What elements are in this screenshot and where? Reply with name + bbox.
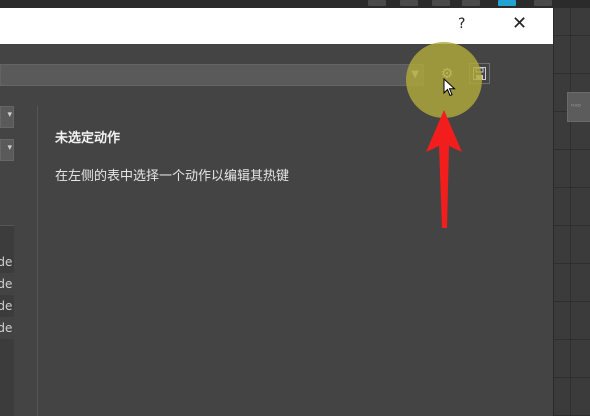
background-toolbar-button[interactable] (432, 0, 450, 6)
panel-divider[interactable] (37, 106, 38, 416)
background-toolbar-button[interactable] (368, 0, 386, 6)
dialog-titlebar: ? ✕ (0, 8, 553, 44)
actions-list[interactable]: ade ade ade ade (0, 225, 14, 416)
background-toolbar (0, 0, 590, 8)
detail-title: 未选定动作 (55, 131, 121, 146)
background-toolbar-button[interactable] (534, 0, 552, 6)
annotation-arrow-icon (426, 110, 462, 228)
background-toolbar-button[interactable] (462, 0, 480, 6)
category-dropdown[interactable]: ▾ (0, 139, 14, 161)
list-item[interactable]: ade (0, 295, 14, 317)
background-toolbar-button[interactable] (498, 0, 516, 6)
list-item[interactable]: ade (0, 251, 14, 273)
detail-description: 在左侧的表中选择一个动作以编辑其热键 (55, 169, 290, 184)
chevron-down-icon: ▾ (7, 110, 12, 120)
list-item[interactable]: ade (0, 317, 14, 339)
background-toolbar-button[interactable] (400, 0, 418, 6)
background-viewport-button[interactable]: ᴴᴬᴰ (567, 92, 590, 122)
help-button[interactable]: ? (458, 16, 465, 32)
close-button[interactable]: ✕ (512, 13, 527, 34)
mouse-cursor-icon (443, 78, 456, 97)
list-item[interactable]: ade (0, 273, 14, 295)
chevron-down-icon: ▾ (7, 143, 12, 153)
filter-dropdown[interactable]: ▼ (0, 64, 424, 86)
group-dropdown[interactable]: ▾ (0, 106, 14, 128)
actions-panel: ▾ ▾ ade ade ade ade (0, 106, 17, 416)
background-button-label: ᴴᴬᴰ (571, 103, 581, 111)
